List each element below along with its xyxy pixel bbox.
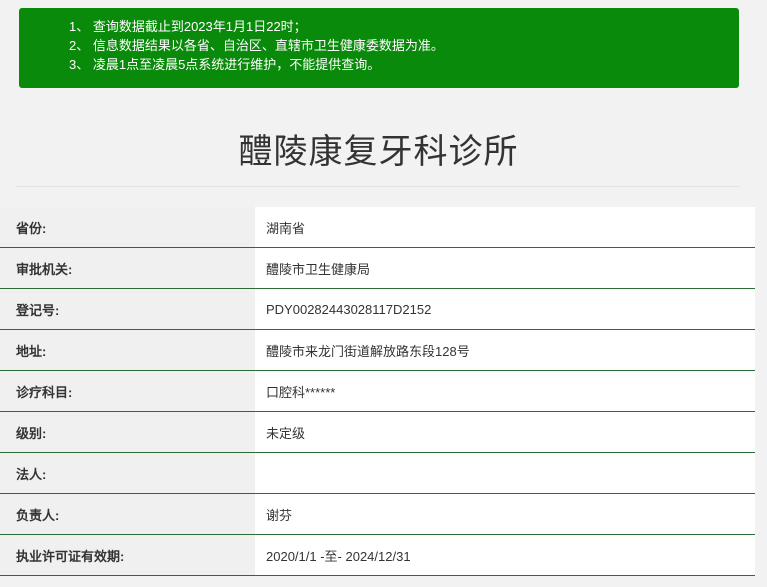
notice-line-1: 1、 查询数据截止到2023年1月1日22时； [69, 19, 307, 34]
row-label: 级别: [0, 412, 255, 452]
row-label: 诊疗科目: [0, 371, 255, 411]
table-row-address: 地址: 醴陵市来龙门街道解放路东段128号 [0, 330, 755, 371]
row-value: 未定级 [266, 425, 306, 441]
row-value: 谢芬 [266, 507, 293, 523]
row-label: 地址: [0, 330, 255, 370]
table-row-registration: 登记号: PDY00282443028117D2152 [0, 289, 755, 330]
row-value: 2020/1/1 -至- 2024/12/31 [266, 548, 411, 564]
row-label: 执业许可证有效期: [0, 535, 255, 575]
row-label: 负责人: [0, 494, 255, 534]
notice-banner: 1、 查询数据截止到2023年1月1日22时； 2、 信息数据结果以各省、自治区… [19, 8, 739, 88]
row-label: 省份: [0, 207, 255, 247]
notice-line-3: 3、 凌晨1点至凌晨5点系统进行维护，不能提供查询。 [69, 57, 381, 72]
table-row-manager: 负责人: 谢芬 [0, 494, 755, 535]
info-table: 省份: 湖南省 审批机关: 醴陵市卫生健康局 登记号: PDY002824430… [0, 207, 755, 576]
title-divider [16, 186, 740, 187]
row-value [255, 453, 755, 493]
table-row-level: 级别: 未定级 [0, 412, 755, 453]
row-label: 法人: [0, 453, 255, 493]
table-row-legal-person: 法人: [0, 453, 755, 494]
row-value: 湖南省 [266, 220, 306, 236]
row-value: 口腔科****** [266, 384, 336, 400]
notice-line-2: 2、 信息数据结果以各省、自治区、直辖市卫生健康委数据为准。 [69, 38, 444, 53]
table-row-license-validity: 执业许可证有效期: 2020/1/1 -至- 2024/12/31 [0, 535, 755, 576]
row-value: PDY00282443028117D2152 [266, 301, 432, 317]
row-label: 登记号: [0, 289, 255, 329]
table-row-province: 省份: 湖南省 [0, 207, 755, 248]
table-row-authority: 审批机关: 醴陵市卫生健康局 [0, 248, 755, 289]
row-value: 醴陵市来龙门街道解放路东段128号 [266, 343, 470, 359]
page-footer-strip [0, 576, 767, 587]
page-title: 醴陵康复牙科诊所 [238, 133, 519, 171]
table-row-departments: 诊疗科目: 口腔科****** [0, 371, 755, 412]
row-label: 审批机关: [0, 248, 255, 288]
row-value: 醴陵市卫生健康局 [266, 261, 371, 277]
